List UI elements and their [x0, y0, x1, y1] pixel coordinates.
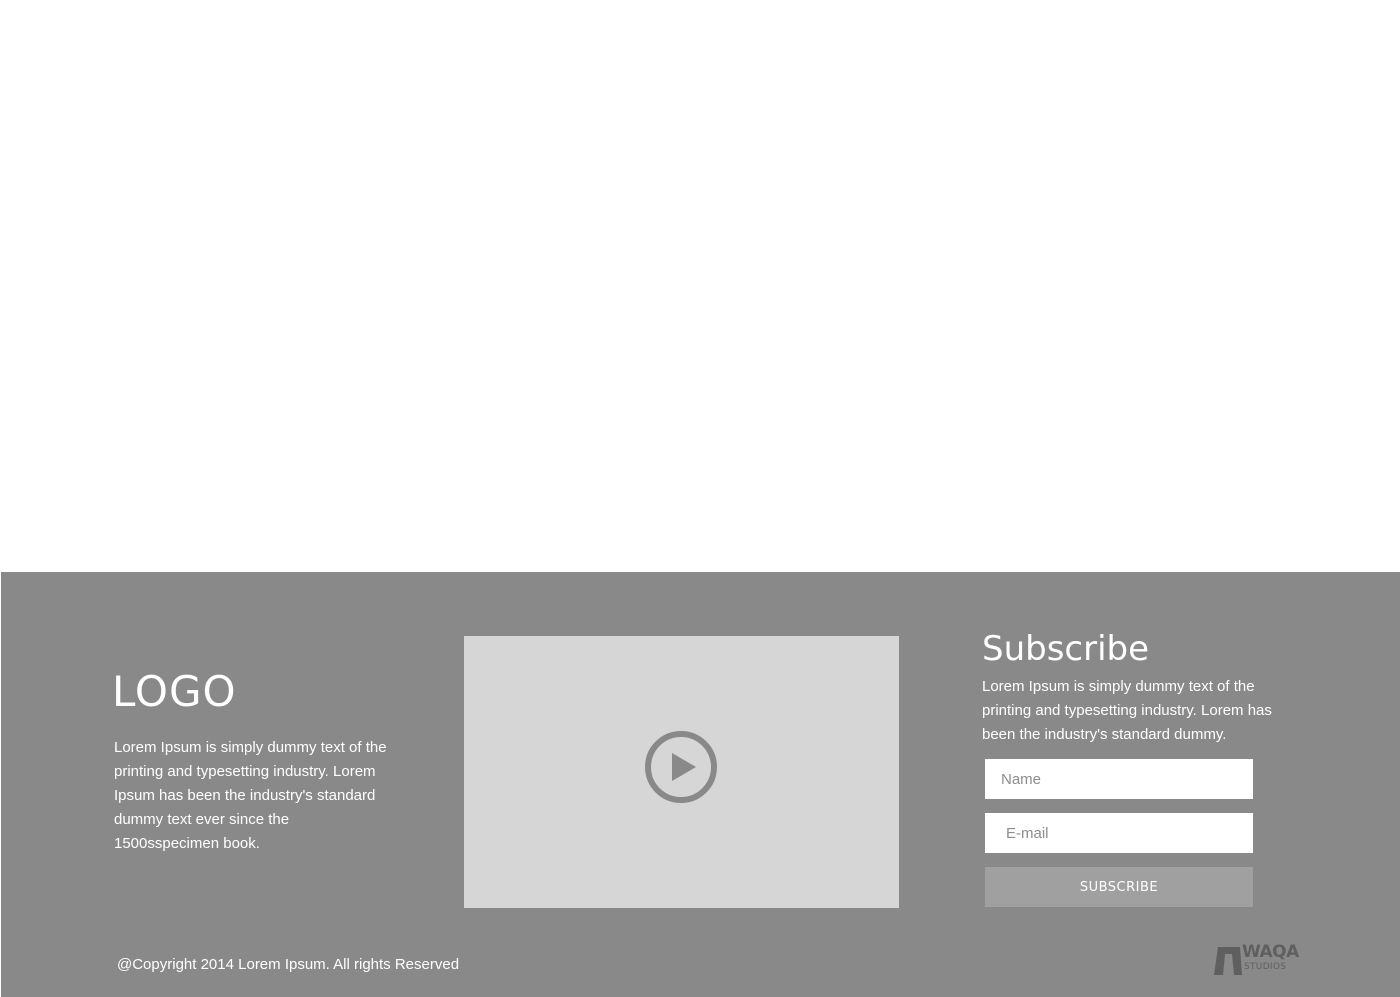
brand-mark-icon — [1214, 947, 1242, 975]
subscribe-title: Subscribe — [982, 629, 1150, 669]
subscribe-button[interactable]: SUBSCRIBE — [985, 867, 1253, 907]
footer-logo[interactable]: LOGO — [112, 666, 237, 718]
name-input[interactable] — [985, 759, 1253, 799]
subscribe-description: Lorem Ipsum is simply dummy text of the … — [982, 678, 1272, 743]
play-circle-icon[interactable] — [643, 730, 719, 804]
copyright-text: @Copyright 2014 Lorem Ipsum. All rights … — [117, 956, 460, 973]
footer-about-text: Lorem Ipsum is simply dummy text of the … — [114, 739, 387, 852]
brand-word: WAQA — [1242, 942, 1299, 962]
email-input[interactable] — [985, 813, 1253, 853]
page: LOGO Lorem Ipsum is simply dummy text of… — [0, 0, 1400, 997]
brand-logo: WAQA STUDIOS — [1214, 943, 1299, 975]
brand-sub: STUDIOS — [1244, 962, 1287, 972]
